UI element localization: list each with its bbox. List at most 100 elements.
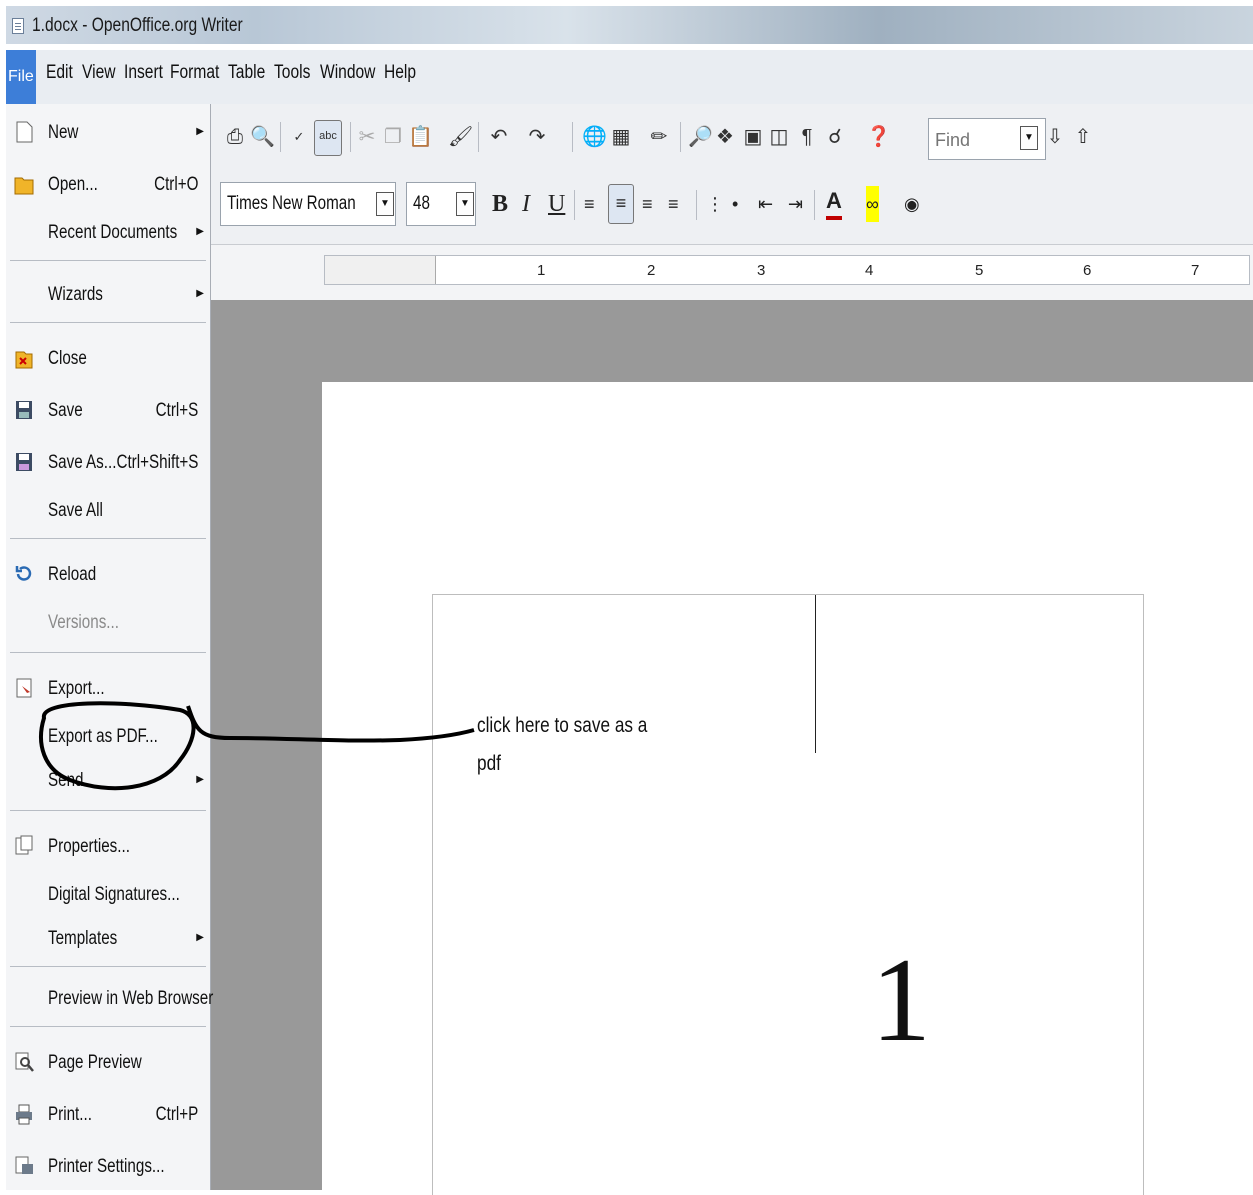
submenu-arrow-icon: ▶ xyxy=(196,932,204,943)
font-name-box[interactable]: Times New Roman xyxy=(220,182,396,226)
numbering-icon[interactable]: ⋮ xyxy=(706,186,724,222)
align-center-icon[interactable]: ≡ xyxy=(608,184,634,224)
align-left-icon[interactable]: ≡ xyxy=(584,186,595,222)
toolbar-separator xyxy=(696,190,697,220)
menu-item-new[interactable]: New ▶ xyxy=(6,110,210,156)
undo-icon[interactable]: ↶ xyxy=(488,124,510,150)
justify-icon[interactable]: ≡ xyxy=(668,186,679,222)
menu-item-export[interactable]: Export... xyxy=(6,666,210,712)
help-icon[interactable]: ❓ xyxy=(866,124,891,150)
increase-indent-icon[interactable]: ⇥ xyxy=(788,186,803,222)
toolbar-separator xyxy=(350,122,351,152)
submenu-arrow-icon: ▶ xyxy=(196,774,204,785)
menu-item-label: Versions... xyxy=(48,612,119,633)
menu-item-preview-in-web-browser[interactable]: Preview in Web Browser xyxy=(6,976,214,1022)
menu-item-templates[interactable]: Templates ▶ xyxy=(6,916,210,962)
formatting-marks-icon[interactable]: ¶ xyxy=(796,124,818,150)
find-dropdown-button[interactable]: ▼ xyxy=(1020,126,1038,150)
document-page[interactable]: click here to save as a pdf 1 xyxy=(322,382,1253,1195)
menu-view[interactable]: View xyxy=(82,62,115,84)
save-as-icon xyxy=(16,453,32,471)
menu-table[interactable]: Table xyxy=(228,62,265,84)
menu-help[interactable]: Help xyxy=(384,62,416,84)
menu-separator xyxy=(10,260,206,261)
menu-item-label: Properties... xyxy=(48,836,130,857)
menu-item-reload[interactable]: Reload xyxy=(6,552,210,598)
printer-settings-icon xyxy=(15,1156,33,1174)
find-input[interactable] xyxy=(933,121,1023,159)
menu-item-label: Preview in Web Browser xyxy=(48,988,214,1009)
menu-edit[interactable]: Edit xyxy=(46,62,73,84)
menu-item-versions[interactable]: Versions... xyxy=(6,600,210,646)
print-preview-icon[interactable]: 🔍 xyxy=(250,124,275,150)
paste-icon[interactable]: 📋 xyxy=(408,124,433,150)
menu-file[interactable]: File xyxy=(6,50,36,104)
underline-button[interactable]: U xyxy=(548,186,565,222)
annotation-line-2: pdf xyxy=(477,752,501,775)
bold-button[interactable]: B xyxy=(492,186,508,222)
menu-insert[interactable]: Insert xyxy=(124,62,163,84)
find-replace-icon[interactable]: 🔎 xyxy=(688,124,713,150)
menu-item-save-as[interactable]: Save As... Ctrl+Shift+S xyxy=(6,440,210,486)
toolbar-separator xyxy=(572,122,573,152)
ruler[interactable]: 1 2 3 4 5 6 7 xyxy=(210,244,1253,301)
menu-item-label: Save All xyxy=(48,500,103,521)
ruler-number: 5 xyxy=(975,262,984,279)
table-icon[interactable]: ▦ xyxy=(610,124,632,150)
menu-bar: File Edit View Insert Format Table Tools… xyxy=(6,50,1253,104)
ruler-bar[interactable]: 1 2 3 4 5 6 7 xyxy=(324,255,1250,285)
cut-icon[interactable]: ✂ xyxy=(356,124,378,150)
background-color-icon[interactable]: ◉ xyxy=(904,186,920,222)
find-next-icon[interactable]: ⇩ xyxy=(1044,124,1066,150)
highlighting-icon[interactable]: ∞ xyxy=(866,186,879,222)
menu-item-export-as-pdf[interactable]: Export as PDF... xyxy=(6,714,210,760)
menu-item-open[interactable]: Open... Ctrl+O xyxy=(6,162,210,208)
menu-format[interactable]: Format xyxy=(170,62,219,84)
find-previous-icon[interactable]: ⇧ xyxy=(1072,124,1094,150)
print-icon[interactable]: ⎙ xyxy=(224,124,246,150)
hyperlink-icon[interactable]: 🌐 xyxy=(582,124,607,150)
spellcheck-icon[interactable]: ✓ xyxy=(288,124,310,150)
menu-tools[interactable]: Tools xyxy=(274,62,310,84)
align-right-icon[interactable]: ≡ xyxy=(642,186,653,222)
copy-icon[interactable]: ❐ xyxy=(382,124,404,150)
data-sources-icon[interactable]: ◫ xyxy=(768,124,790,150)
writer-document-icon xyxy=(12,18,24,34)
italic-button[interactable]: I xyxy=(522,186,530,222)
menu-item-page-preview[interactable]: Page Preview xyxy=(6,1040,210,1086)
gallery-icon[interactable]: ▣ xyxy=(742,124,764,150)
menu-item-save[interactable]: Save Ctrl+S xyxy=(6,388,210,434)
menu-item-save-all[interactable]: Save All xyxy=(6,488,210,534)
menu-item-print[interactable]: Print... Ctrl+P xyxy=(6,1092,210,1138)
menu-item-wizards[interactable]: Wizards ▶ xyxy=(6,272,210,318)
zoom-icon[interactable]: ☌ xyxy=(824,124,846,150)
font-size-dropdown-button[interactable]: ▼ xyxy=(456,192,474,216)
redo-icon[interactable]: ↷ xyxy=(526,124,548,150)
font-color-icon[interactable]: A xyxy=(826,186,842,220)
menu-item-label: Page Preview xyxy=(48,1052,142,1073)
menu-item-send[interactable]: Send ▶ xyxy=(6,758,210,804)
bullets-icon[interactable]: • xyxy=(732,186,738,222)
document-workspace: click here to save as a pdf 1 xyxy=(210,300,1253,1195)
ruler-number: 3 xyxy=(757,262,766,279)
menu-item-printer-settings[interactable]: Printer Settings... xyxy=(6,1144,210,1190)
toolbar-separator xyxy=(478,122,479,152)
navigator-icon[interactable]: ❖ xyxy=(714,124,736,150)
autospellcheck-icon[interactable]: abc xyxy=(314,120,342,156)
annotation-text: click here to save as a pdf xyxy=(477,707,657,783)
menu-item-label: Save xyxy=(48,400,83,421)
decrease-indent-icon[interactable]: ⇤ xyxy=(758,186,773,222)
font-size-value: 48 xyxy=(413,193,430,214)
menu-item-recent-documents[interactable]: Recent Documents ▶ xyxy=(6,210,210,256)
show-draw-functions-icon[interactable]: ✏ xyxy=(648,124,670,150)
menu-item-digital-signatures[interactable]: Digital Signatures... xyxy=(6,872,210,918)
ruler-number: 7 xyxy=(1191,262,1200,279)
menu-separator xyxy=(10,652,206,653)
menu-item-properties[interactable]: Properties... xyxy=(6,824,210,870)
menu-item-close[interactable]: Close xyxy=(6,336,210,382)
menu-window[interactable]: Window xyxy=(320,62,375,84)
reload-icon xyxy=(15,566,32,581)
font-name-dropdown-button[interactable]: ▼ xyxy=(376,192,394,216)
clone-formatting-icon[interactable]: 🖌 xyxy=(448,124,473,150)
submenu-arrow-icon: ▶ xyxy=(196,126,204,137)
